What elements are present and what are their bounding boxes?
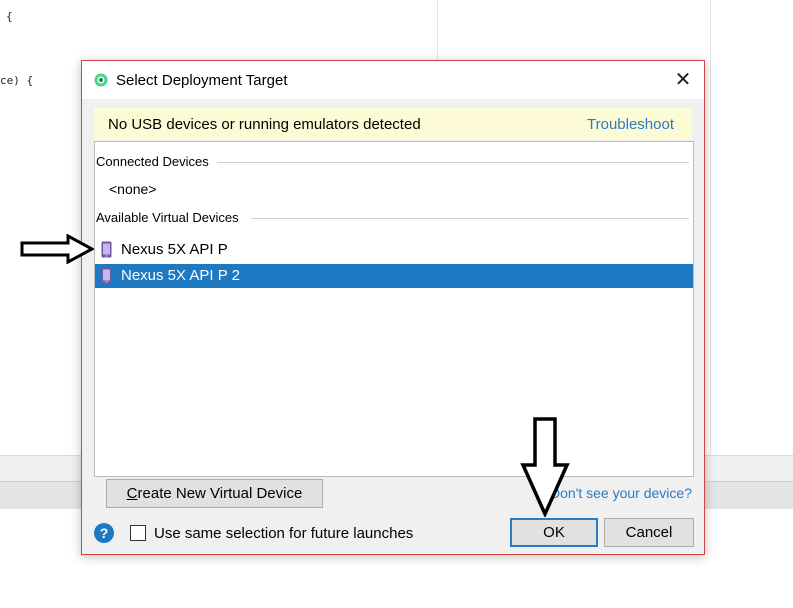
- no-connected-devices: <none>: [109, 181, 157, 197]
- code-line: {: [6, 10, 13, 23]
- same-selection-checkbox[interactable]: [130, 525, 146, 541]
- device-label: Nexus 5X API P 2: [121, 267, 240, 284]
- device-label: Nexus 5X API P: [121, 241, 228, 258]
- troubleshoot-link[interactable]: Troubleshoot: [587, 116, 674, 133]
- right-pointing-arrow-icon: [20, 234, 94, 264]
- section-connected-devices: Connected Devices: [96, 154, 209, 169]
- device-item-nexus-5x-api-p-2[interactable]: Nexus 5X API P 2: [95, 264, 693, 288]
- cancel-button[interactable]: Cancel: [604, 518, 694, 547]
- dialog-titlebar: Select Deployment Target ✕: [82, 61, 704, 99]
- device-item-nexus-5x-api-p[interactable]: Nexus 5X API P: [95, 238, 693, 262]
- ok-button[interactable]: OK: [510, 518, 598, 547]
- section-available-devices: Available Virtual Devices: [96, 210, 239, 225]
- close-icon: ✕: [674, 69, 692, 91]
- code-line: ce) {: [0, 74, 34, 87]
- dialog-title: Select Deployment Target: [116, 72, 288, 89]
- button-label: reate New Virtual Device: [137, 485, 303, 502]
- section-divider: [251, 218, 689, 219]
- editor-divider: [710, 0, 711, 455]
- same-selection-label[interactable]: Use same selection for future launches: [154, 525, 413, 542]
- android-studio-icon: [94, 73, 108, 87]
- phone-icon: [101, 267, 112, 284]
- select-deployment-target-dialog: Select Deployment Target ✕ No USB device…: [81, 60, 705, 555]
- device-list[interactable]: Connected Devices <none> Available Virtu…: [94, 141, 694, 477]
- mnemonic-letter: C: [126, 485, 138, 502]
- section-divider: [217, 162, 689, 163]
- close-button[interactable]: ✕: [672, 69, 694, 91]
- help-icon: ?: [99, 525, 109, 541]
- warning-text: No USB devices or running emulators dete…: [108, 116, 421, 133]
- dont-see-device-link[interactable]: Don't see your device?: [550, 485, 692, 501]
- create-new-virtual-device-button[interactable]: Create New Virtual Device: [106, 479, 323, 508]
- warning-banner: No USB devices or running emulators dete…: [94, 108, 692, 140]
- help-button[interactable]: ?: [94, 523, 114, 543]
- down-pointing-arrow-icon: [520, 417, 570, 517]
- phone-icon: [101, 241, 112, 258]
